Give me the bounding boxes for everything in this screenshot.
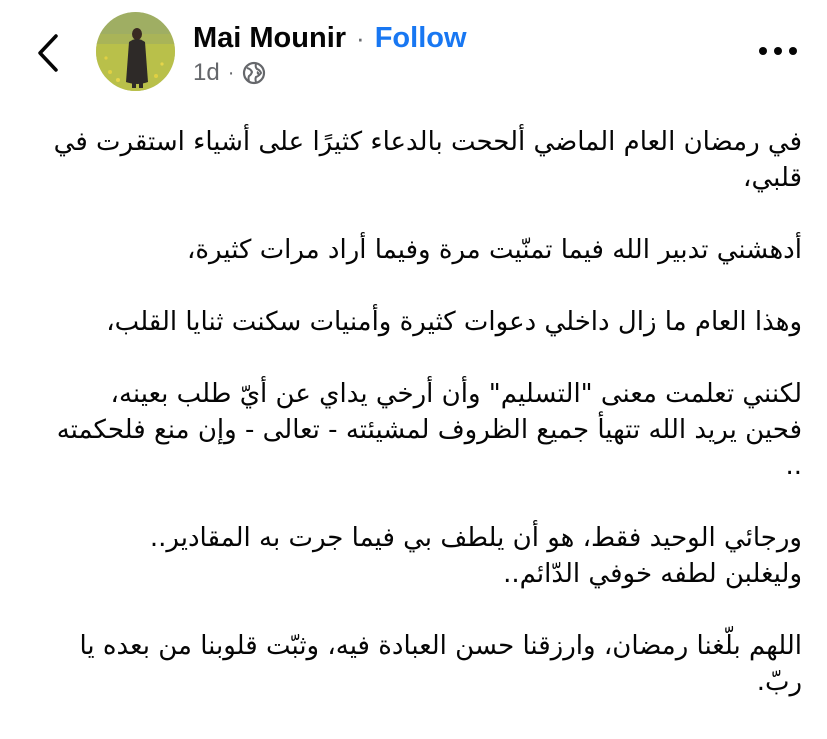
post-paragraph: لكنني تعلمت معنى "التسليم" وأن أرخي يداي… (40, 376, 802, 484)
meta-separator-dot: · (227, 61, 235, 84)
post-timestamp[interactable]: 1d (193, 59, 220, 87)
author-name[interactable]: Mai Mounir (193, 22, 346, 55)
post-line: لكنني تعلمت معنى "التسليم" وأن أرخي يداي… (110, 379, 802, 409)
separator-dot: · (356, 22, 365, 53)
post-line: في رمضان العام الماضي ألححت بالدعاء كثير… (53, 127, 802, 193)
chevron-left-icon (38, 34, 58, 72)
post-line: ورجائي الوحيد فقط، هو أن يلطف بي فيما جر… (149, 523, 802, 553)
post-paragraph: وهذا العام ما زال داخلي دعوات كثيرة وأمن… (40, 304, 802, 340)
post-line: اللهم بلّغنا رمضان، وارزقنا حسن العبادة … (79, 631, 802, 697)
post-paragraph: في رمضان العام الماضي ألححت بالدعاء كثير… (40, 124, 802, 196)
back-button[interactable] (28, 28, 68, 78)
post-paragraph: ورجائي الوحيد فقط، هو أن يلطف بي فيما جر… (40, 520, 802, 592)
avatar-image (96, 12, 175, 91)
post-header: Mai Mounir · Follow 1d · (0, 0, 827, 100)
globe-icon (242, 61, 266, 85)
post-text: في رمضان العام الماضي ألححت بالدعاء كثير… (40, 124, 802, 700)
post-line: أدهشني تدبير الله فيما تمنّيت مرة وفيما … (187, 235, 802, 265)
post-line: وهذا العام ما زال داخلي دعوات كثيرة وأمن… (106, 307, 802, 337)
post-paragraph: أدهشني تدبير الله فيما تمنّيت مرة وفيما … (40, 232, 802, 268)
post-line: فحين يريد الله تتهيأ جميع الظروف لمشيئته… (56, 415, 802, 481)
author-row: Mai Mounir · Follow (193, 18, 467, 58)
more-horizontal-icon (759, 47, 797, 55)
follow-button[interactable]: Follow (375, 22, 467, 55)
more-options-button[interactable] (756, 36, 800, 66)
avatar[interactable] (96, 12, 175, 91)
post-paragraph: اللهم بلّغنا رمضان، وارزقنا حسن العبادة … (40, 628, 802, 700)
post-meta: 1d · (193, 58, 266, 88)
post-line: وليغلبن لطفه خوفي الدّائم.. (503, 559, 802, 589)
